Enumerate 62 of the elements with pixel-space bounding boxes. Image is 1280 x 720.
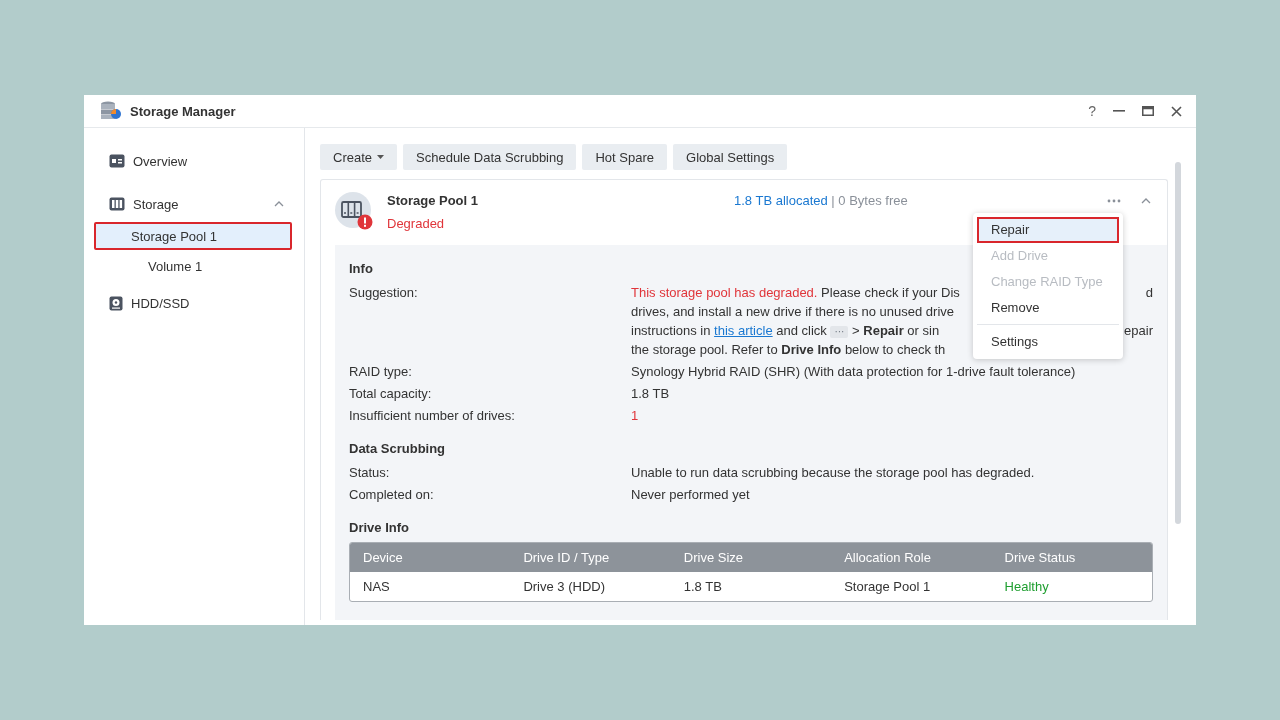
table-cell-text: Storage Pool 1 bbox=[843, 578, 932, 596]
scrollbar[interactable] bbox=[1175, 162, 1181, 524]
maximize-icon[interactable] bbox=[1142, 106, 1154, 116]
column-header: Device bbox=[350, 543, 511, 572]
separator-text: | bbox=[831, 193, 835, 208]
column-header: Drive Status bbox=[991, 543, 1152, 572]
overview-icon bbox=[109, 154, 125, 168]
sidebar-item[interactable]: HDD/SSD bbox=[94, 288, 292, 318]
menu-item[interactable]: Remove bbox=[977, 295, 1119, 321]
sidebar-item[interactable]: Storage bbox=[94, 189, 292, 219]
toolbar-button[interactable]: Create bbox=[320, 144, 398, 170]
allocated-text: 1.8 TB allocated bbox=[734, 193, 828, 208]
section-heading: Info bbox=[349, 260, 373, 278]
sidebar-item[interactable]: Overview bbox=[94, 146, 292, 176]
section-heading: Drive Info bbox=[349, 519, 409, 537]
collapse-icon[interactable] bbox=[1141, 198, 1151, 204]
sidebar-item[interactable]: Volume 1 bbox=[94, 252, 292, 280]
pool-status: Degraded bbox=[387, 216, 446, 231]
field-label: Suggestion: bbox=[349, 284, 419, 302]
table-cell-text: 1.8 TB bbox=[682, 578, 723, 596]
field-value: Never performed yet bbox=[631, 486, 751, 504]
menu-item[interactable]: Settings bbox=[977, 329, 1119, 355]
minimize-icon[interactable] bbox=[1113, 110, 1125, 112]
toolbar-button[interactable]: Schedule Data Scrubbing bbox=[403, 144, 577, 170]
field-value: Unable to run data scrubbing because the storage pool has degraded. bbox=[631, 464, 1036, 482]
column-header: Drive ID / Type bbox=[510, 543, 671, 572]
article-link[interactable]: this article bbox=[714, 323, 773, 338]
field-label: Insufficient number of drives: bbox=[349, 407, 516, 425]
suggestion-text: the storage pool. Refer to Drive Info below to check th bbox=[631, 341, 946, 359]
field-label: Status: bbox=[349, 464, 391, 482]
suggestion-text: This storage pool has degraded. Please check if your Dis bbox=[631, 284, 960, 302]
section-heading: Data Scrubbing bbox=[349, 440, 446, 458]
storage-icon bbox=[109, 197, 125, 211]
menu-item[interactable]: Repair bbox=[977, 217, 1119, 243]
alert-icon bbox=[357, 214, 373, 230]
pool-name: Storage Pool 1 bbox=[387, 192, 480, 210]
chevron-icon[interactable] bbox=[274, 201, 284, 207]
table-cell-text: Healthy bbox=[1003, 578, 1050, 596]
toolbar-button[interactable]: Global Settings bbox=[673, 144, 788, 170]
field-value: 1 bbox=[631, 407, 640, 425]
more-icon[interactable] bbox=[1107, 199, 1121, 203]
field-value: Synology Hybrid RAID (SHR) (With data protection for 1-drive fault tolerance) bbox=[631, 363, 1077, 381]
field-value: 1.8 TB bbox=[631, 385, 671, 403]
table-cell-text: Drive 3 (HDD) bbox=[522, 578, 606, 596]
table-cell-text: NAS bbox=[362, 578, 391, 596]
column-header: Allocation Role bbox=[831, 543, 992, 572]
field-label: RAID type: bbox=[349, 363, 413, 381]
hard-drive-icon bbox=[109, 295, 123, 311]
app-icon bbox=[100, 101, 122, 121]
field-label: Completed on: bbox=[349, 486, 435, 504]
field-label: Total capacity: bbox=[349, 385, 433, 403]
suggestion-text: drives, and install a new drive if there is no unused drive bbox=[631, 303, 954, 321]
toolbar-button[interactable]: Hot Spare bbox=[582, 144, 667, 170]
sidebar-item[interactable]: Storage Pool 1 bbox=[94, 222, 292, 250]
free-space-text: 0 Bytes free bbox=[838, 193, 908, 208]
close-icon[interactable] bbox=[1171, 105, 1182, 117]
suggestion-text: d bbox=[1145, 284, 1153, 302]
suggestion-text: instructions in this article and click ··· > Repair or sin bbox=[631, 322, 940, 340]
suggestion-text: epair bbox=[1124, 322, 1153, 340]
column-header: Drive Size bbox=[670, 543, 832, 572]
help-button[interactable]: ? bbox=[1088, 103, 1096, 119]
window-title: Storage Manager bbox=[130, 103, 237, 119]
